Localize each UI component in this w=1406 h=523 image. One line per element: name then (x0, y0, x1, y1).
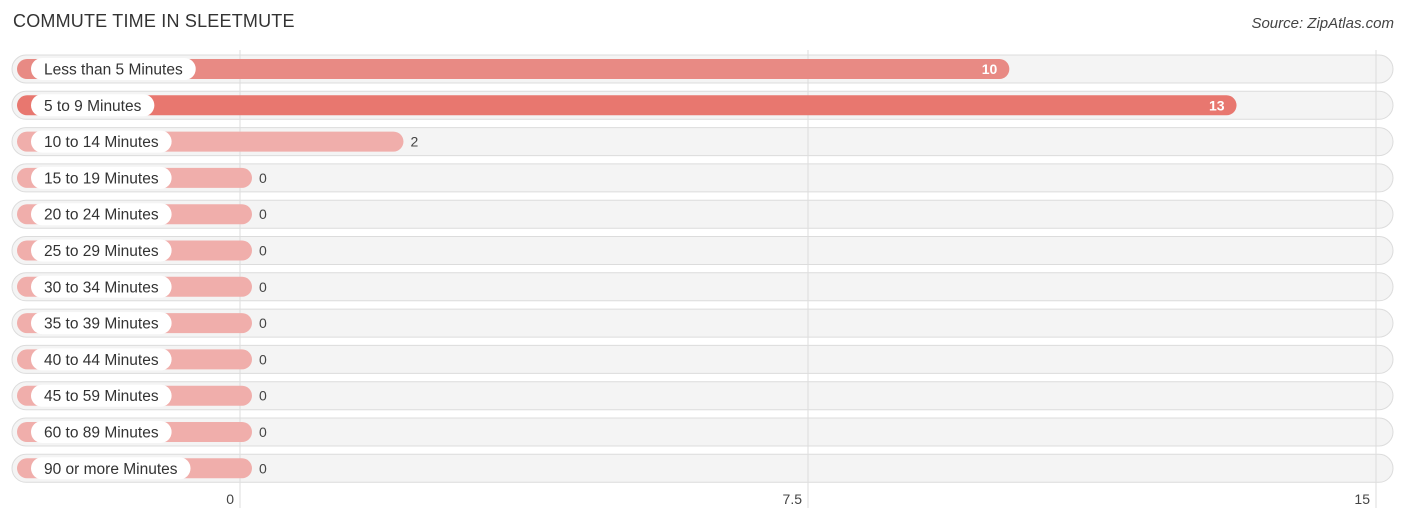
value-label: 10 (982, 61, 998, 77)
value-label: 0 (259, 388, 267, 404)
x-tick-label: 7.5 (783, 491, 803, 507)
bar-chart: Less than 5 Minutes 10 5 to 9 Minutes 13 10 … (11, 50, 1394, 508)
category-label: 35 to 39 Minutes (44, 316, 159, 333)
category-label: 40 to 44 Minutes (44, 352, 159, 369)
category-label: 90 or more Minutes (44, 461, 178, 478)
value-label: 0 (259, 460, 267, 476)
value-label: 13 (1209, 97, 1225, 113)
value-label: 0 (259, 170, 267, 186)
value-label: 2 (410, 134, 418, 150)
bar[interactable] (17, 95, 1237, 116)
value-label: 0 (259, 243, 267, 259)
category-label: Less than 5 Minutes (44, 62, 183, 79)
value-label: 0 (259, 279, 267, 295)
category-label: 15 to 19 Minutes (44, 170, 159, 187)
category-label: 25 to 29 Minutes (44, 243, 159, 260)
value-label: 0 (259, 206, 267, 222)
x-tick-label: 15 (1354, 491, 1370, 507)
category-label: 5 to 9 Minutes (44, 98, 142, 115)
category-label: 10 to 14 Minutes (44, 134, 159, 151)
category-label: 20 to 24 Minutes (44, 207, 159, 224)
category-label: 30 to 34 Minutes (44, 279, 159, 296)
value-label: 0 (259, 351, 267, 367)
value-label: 0 (259, 424, 267, 440)
x-tick-label: 0 (226, 491, 234, 507)
value-label: 0 (259, 315, 267, 331)
category-label: 60 to 89 Minutes (44, 425, 159, 442)
category-label: 45 to 59 Minutes (44, 388, 159, 405)
